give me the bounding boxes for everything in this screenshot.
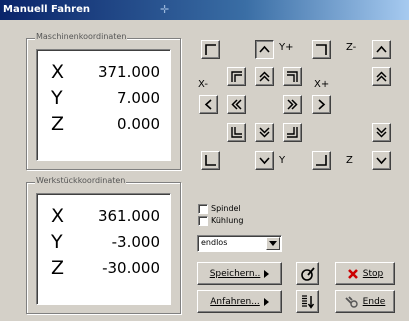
jog-fast-top-left-button[interactable] (227, 67, 246, 86)
workpiece-coords-group: Werkstückkoordinaten X 361.000 Y -3.000 … (26, 176, 181, 314)
machine-y-value: 7.000 (117, 89, 160, 107)
workpiece-x-row: X 361.000 (37, 204, 170, 228)
workpiece-y-row: Y -3.000 (37, 230, 170, 254)
jog-z-down-button[interactable] (372, 151, 391, 170)
double-chevron-down-icon (376, 127, 387, 138)
bar-arrow-icon (301, 294, 314, 309)
axis-label-z: Z (51, 257, 65, 279)
dropdown-arrow-icon (269, 241, 277, 246)
jog-z-up-button[interactable] (372, 40, 391, 59)
workpiece-coords-display: X 361.000 Y -3.000 Z -30.000 (36, 193, 171, 305)
jog-fast-y-plus-button[interactable] (255, 67, 274, 86)
z-minus-label: Z (346, 155, 353, 166)
approach-button[interactable]: Anfahren... (197, 290, 282, 313)
double-chevron-up-icon (376, 71, 387, 82)
jog-y-minus-button[interactable] (255, 151, 274, 170)
jog-bottom-left-button[interactable] (201, 151, 220, 170)
cooling-checkbox[interactable] (198, 216, 208, 226)
double-corner-bottom-left-icon (231, 127, 242, 138)
workpiece-coords-label: Werkstückkoordinaten (35, 176, 127, 185)
save-button[interactable]: Speichern.. (197, 262, 282, 285)
jog-fast-x-plus-button[interactable] (283, 95, 302, 114)
jog-fast-y-minus-button[interactable] (255, 123, 274, 142)
align-button[interactable] (296, 290, 319, 313)
jog-x-minus-button[interactable] (199, 95, 218, 114)
x-minus-label: X- (198, 79, 208, 90)
machine-z-row: Z 0.000 (37, 112, 170, 136)
chevron-up-icon (376, 45, 387, 53)
window-title: Manuell Fahren (3, 4, 91, 15)
double-chevron-up-icon (259, 71, 270, 82)
workpiece-z-row: Z -30.000 (37, 256, 170, 280)
jog-top-right-button[interactable] (312, 40, 331, 59)
jog-fast-x-minus-button[interactable] (227, 95, 246, 114)
reset-button[interactable] (296, 262, 319, 285)
machine-y-row: Y 7.000 (37, 86, 170, 110)
machine-coords-display: X 371.000 Y 7.000 Z 0.000 (36, 49, 171, 161)
corner-top-right-icon (316, 44, 327, 55)
cooling-label: Kühlung (211, 216, 244, 225)
z-plus-label: Z- (346, 42, 357, 53)
corner-top-left-icon (205, 44, 216, 55)
axis-label-x: X (51, 205, 65, 227)
machine-coords-group: Maschinenkoordinaten X 371.000 Y 7.000 Z… (26, 32, 181, 170)
workpiece-z-value: -30.000 (102, 259, 160, 277)
dropdown-button[interactable] (266, 237, 280, 250)
mode-select[interactable]: endlos (197, 235, 282, 252)
jog-fast-z-down-button[interactable] (372, 123, 391, 142)
chevron-down-icon (376, 157, 387, 165)
double-chevron-right-icon (287, 99, 298, 110)
corner-bottom-right-icon (316, 155, 327, 166)
axis-label-y: Y (51, 87, 63, 109)
reset-icon (300, 266, 315, 281)
jog-fast-z-up-button[interactable] (372, 67, 391, 86)
stop-x-icon (347, 268, 358, 279)
end-icon (345, 295, 358, 308)
end-button-label: Ende (362, 296, 386, 307)
double-corner-top-right-icon (287, 71, 298, 82)
machine-z-value: 0.000 (117, 115, 160, 133)
jog-fast-bottom-left-button[interactable] (227, 123, 246, 142)
double-chevron-down-icon (259, 127, 270, 138)
workpiece-y-value: -3.000 (111, 233, 160, 251)
approach-button-label: Anfahren... (210, 296, 260, 307)
chevron-left-icon (204, 99, 212, 110)
machine-coords-label: Maschinenkoordinaten (35, 32, 128, 41)
workpiece-x-value: 361.000 (97, 207, 160, 225)
corner-bottom-left-icon (205, 155, 216, 166)
chevron-up-icon (259, 45, 270, 53)
jog-top-left-button[interactable] (201, 40, 220, 59)
save-button-label: Speichern.. (209, 268, 261, 279)
jog-x-plus-button[interactable] (312, 95, 331, 114)
chevron-right-icon (318, 99, 326, 110)
y-minus-label: Y (279, 155, 286, 166)
double-corner-top-left-icon (231, 71, 242, 82)
chevron-down-icon (259, 157, 270, 165)
double-chevron-left-icon (231, 99, 242, 110)
double-corner-bottom-right-icon (287, 127, 298, 138)
axis-label-y: Y (51, 231, 63, 253)
spindle-label: Spindel (211, 204, 241, 213)
triangle-right-icon (263, 297, 269, 306)
machine-x-value: 371.000 (97, 63, 160, 81)
mode-select-value: endlos (201, 238, 228, 247)
jog-bottom-right-button[interactable] (312, 151, 331, 170)
jog-y-plus-button[interactable] (255, 40, 274, 59)
title-bar[interactable]: Manuell Fahren (0, 0, 409, 20)
crosshair-icon: ✛ (160, 3, 170, 16)
jog-fast-bottom-right-button[interactable] (283, 123, 302, 142)
x-plus-label: X+ (314, 79, 330, 90)
spindle-checkbox[interactable] (198, 204, 208, 214)
end-button[interactable]: Ende (335, 290, 395, 313)
triangle-right-icon (264, 269, 270, 278)
axis-label-z: Z (51, 113, 65, 135)
y-plus-label: Y+ (279, 42, 294, 53)
stop-button-label: Stop (362, 268, 384, 279)
stop-button[interactable]: Stop (335, 262, 395, 285)
axis-label-x: X (51, 61, 65, 83)
machine-x-row: X 371.000 (37, 60, 170, 84)
jog-fast-top-right-button[interactable] (283, 67, 302, 86)
